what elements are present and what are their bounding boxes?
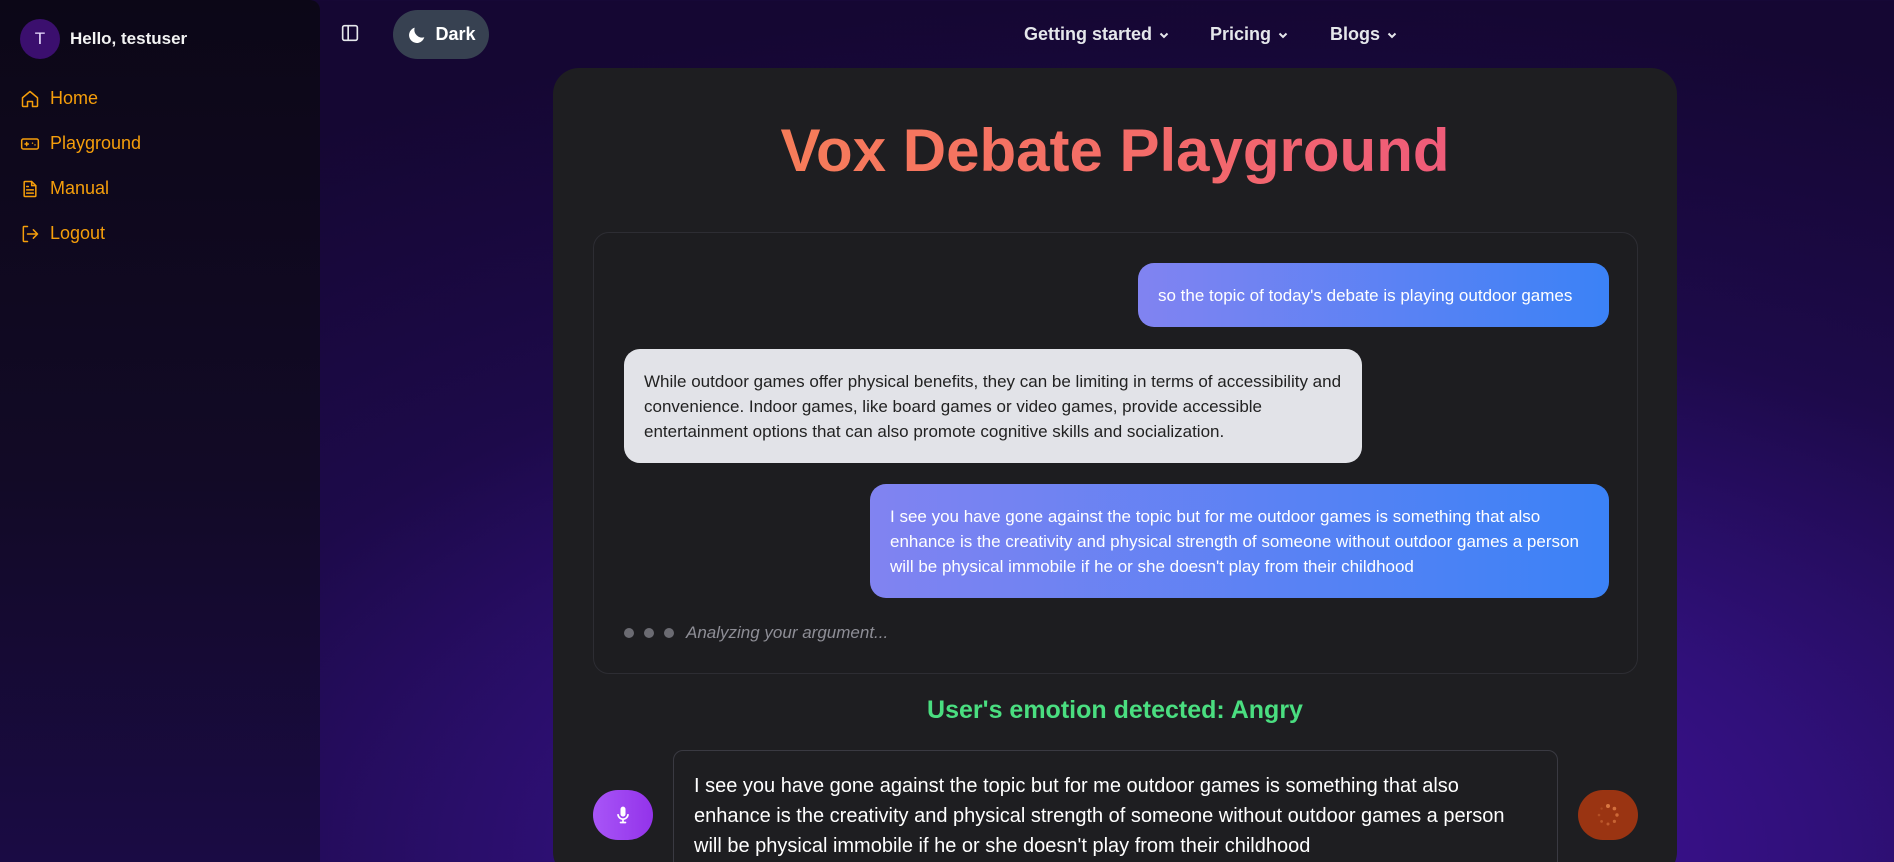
- top-nav: Getting started Pricing Blogs: [0, 24, 1894, 50]
- typing-text: Analyzing your argument...: [686, 623, 889, 642]
- sidebar-item-label: Manual: [50, 178, 110, 198]
- sidebar-nav: Home Playground Manual Logout: [20, 76, 141, 256]
- send-button[interactable]: [1578, 790, 1638, 840]
- sidebar-item-home[interactable]: Home: [20, 76, 141, 121]
- sidebar-item-label: Home: [50, 88, 99, 108]
- gamepad-icon: [20, 137, 40, 150]
- typing-dot: [664, 628, 674, 638]
- nav-blogs[interactable]: Blogs: [1330, 24, 1398, 45]
- microphone-icon: [617, 806, 629, 824]
- ai-message: While outdoor games offer physical benef…: [624, 349, 1362, 463]
- typing-dot: [644, 628, 654, 638]
- sidebar-item-manual[interactable]: Manual: [20, 166, 141, 211]
- page-title: Vox Debate Playground: [553, 116, 1677, 185]
- document-icon: [23, 180, 37, 197]
- chevron-down-icon: [1278, 32, 1288, 38]
- argument-input[interactable]: I see you have gone against the topic bu…: [673, 750, 1558, 862]
- sidebar-item-label: Logout: [50, 223, 106, 243]
- nav-label: Blogs: [1330, 24, 1381, 44]
- mic-button[interactable]: [593, 790, 653, 840]
- chevron-down-icon: [1387, 32, 1397, 38]
- debate-card: Vox Debate Playground so the topic of to…: [553, 68, 1677, 862]
- sidebar-item-logout[interactable]: Logout: [20, 211, 141, 256]
- nav-label: Pricing: [1210, 24, 1272, 44]
- message-text: While outdoor games offer physical benef…: [644, 371, 1342, 441]
- sidebar: T Hello, testuser Home Playground Manual…: [0, 0, 320, 862]
- chat-history[interactable]: so the topic of today's debate is playin…: [593, 232, 1638, 674]
- sidebar-item-label: Playground: [50, 133, 142, 153]
- sidebar-item-playground[interactable]: Playground: [20, 121, 141, 166]
- loading-spinner-icon: [1597, 804, 1619, 826]
- user-message: I see you have gone against the topic bu…: [870, 484, 1609, 598]
- message-text: so the topic of today's debate is playin…: [1158, 285, 1573, 305]
- chevron-down-icon: [1159, 32, 1169, 38]
- emotion-status: User's emotion detected: Angry: [927, 696, 1303, 724]
- nav-getting-started[interactable]: Getting started: [1024, 24, 1170, 45]
- typing-dot: [624, 628, 634, 638]
- nav-label: Getting started: [1024, 24, 1153, 44]
- user-message: so the topic of today's debate is playin…: [1138, 263, 1609, 327]
- typing-indicator: Analyzing your argument...: [624, 623, 888, 643]
- home-icon: [21, 90, 39, 107]
- nav-pricing[interactable]: Pricing: [1210, 24, 1289, 45]
- message-text: I see you have gone against the topic bu…: [890, 506, 1579, 576]
- logout-icon: [22, 225, 39, 242]
